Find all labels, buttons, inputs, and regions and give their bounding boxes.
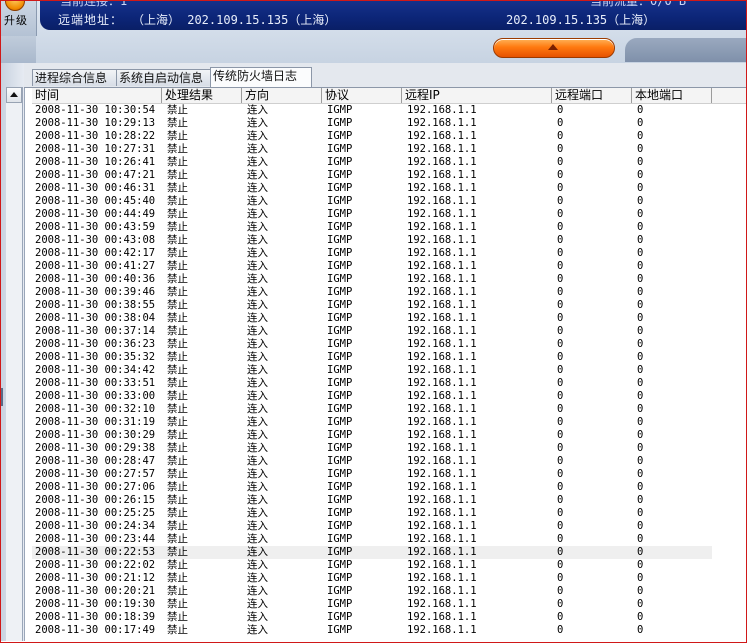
- window-frame: [0, 0, 747, 643]
